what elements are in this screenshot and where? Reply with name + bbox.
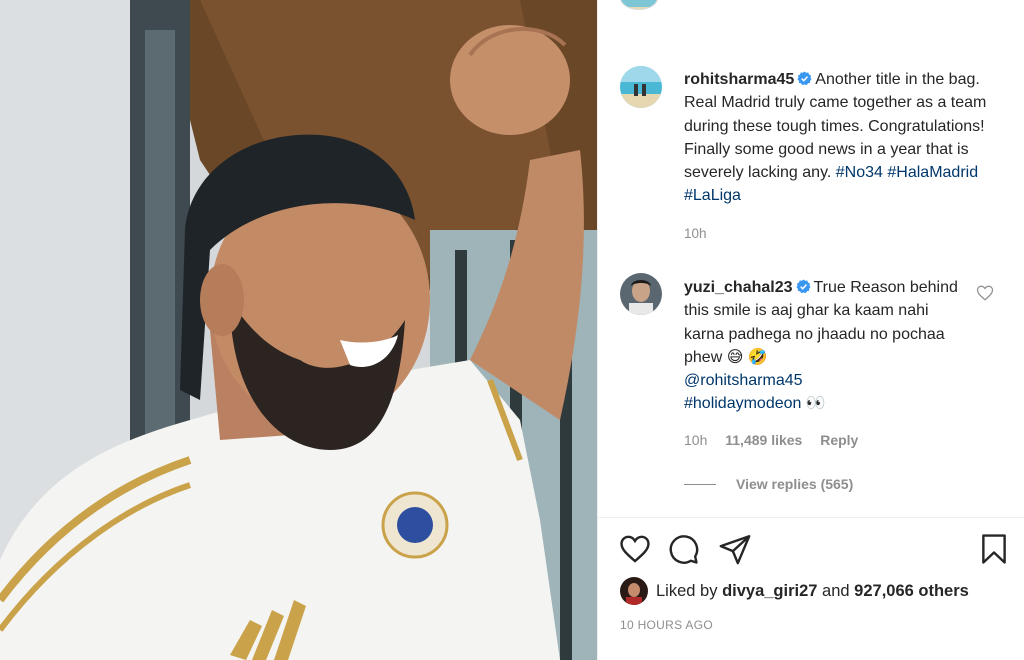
likes-count-link[interactable]: 927,066 others bbox=[854, 582, 969, 601]
comment-like-heart-icon[interactable] bbox=[976, 284, 994, 302]
post-timestamp[interactable]: 10 HOURS AGO bbox=[620, 618, 713, 632]
comment-username[interactable]: yuzi_chahal23 bbox=[684, 279, 793, 296]
share-button[interactable] bbox=[718, 532, 752, 566]
post-side-panel: rohitsharma45 Another title in the bag. R… bbox=[597, 0, 1024, 660]
bookmark-icon bbox=[982, 534, 1006, 564]
comment-author-avatar[interactable] bbox=[620, 273, 662, 315]
comment-likes-count[interactable]: 11,489 likes bbox=[725, 432, 802, 448]
save-button[interactable] bbox=[977, 532, 1011, 566]
caption-username[interactable]: rohitsharma45 bbox=[684, 71, 794, 88]
liker-username[interactable]: divya_giri27 bbox=[722, 582, 817, 601]
comment-body: yuzi_chahal23 True Reason behind this smi… bbox=[684, 276, 964, 416]
post-caption: rohitsharma45 Another title in the bag. R… bbox=[684, 68, 994, 208]
post-photo bbox=[0, 0, 597, 660]
mention-link[interactable]: @rohitsharma45 bbox=[684, 372, 803, 389]
header-avatar[interactable] bbox=[620, 0, 658, 10]
comment-icon bbox=[669, 535, 699, 564]
caption-author-avatar[interactable] bbox=[620, 66, 662, 108]
liked-by-prefix: Liked by bbox=[656, 581, 718, 600]
verified-badge-icon bbox=[795, 279, 811, 294]
comment-timestamp[interactable]: 10h bbox=[684, 432, 707, 448]
like-button[interactable] bbox=[618, 532, 652, 566]
actions-divider bbox=[598, 517, 1024, 518]
share-icon bbox=[719, 535, 751, 565]
comment-button[interactable] bbox=[666, 532, 700, 566]
emoji-rofl: 🤣 bbox=[747, 348, 768, 366]
view-replies-label: View replies (565) bbox=[736, 476, 854, 492]
caption-timestamp[interactable]: 10h bbox=[684, 226, 707, 241]
view-replies-button[interactable]: View replies (565) bbox=[684, 476, 853, 492]
comment-hashtag-link[interactable]: #holidaymodeon bbox=[684, 395, 801, 412]
liked-by-line: Liked by divya_giri27 and 927,066 others bbox=[620, 576, 969, 606]
replies-divider bbox=[684, 483, 716, 485]
hashtag-link[interactable]: #No34 bbox=[836, 164, 883, 181]
heart-icon bbox=[620, 535, 650, 563]
hashtag-link[interactable]: #LaLiga bbox=[684, 187, 741, 204]
comment-meta: 10h 11,489 likes Reply bbox=[684, 432, 872, 448]
reply-button[interactable]: Reply bbox=[820, 432, 858, 448]
liked-by-and: and bbox=[822, 581, 850, 600]
emoji-eyes: 👀 bbox=[805, 395, 826, 413]
liker-avatar[interactable] bbox=[620, 577, 648, 605]
post-actions bbox=[618, 532, 1013, 566]
emoji-sweat-smile: 😅 bbox=[726, 348, 744, 366]
verified-badge-icon bbox=[797, 71, 812, 86]
hashtag-link[interactable]: #HalaMadrid bbox=[887, 164, 978, 181]
